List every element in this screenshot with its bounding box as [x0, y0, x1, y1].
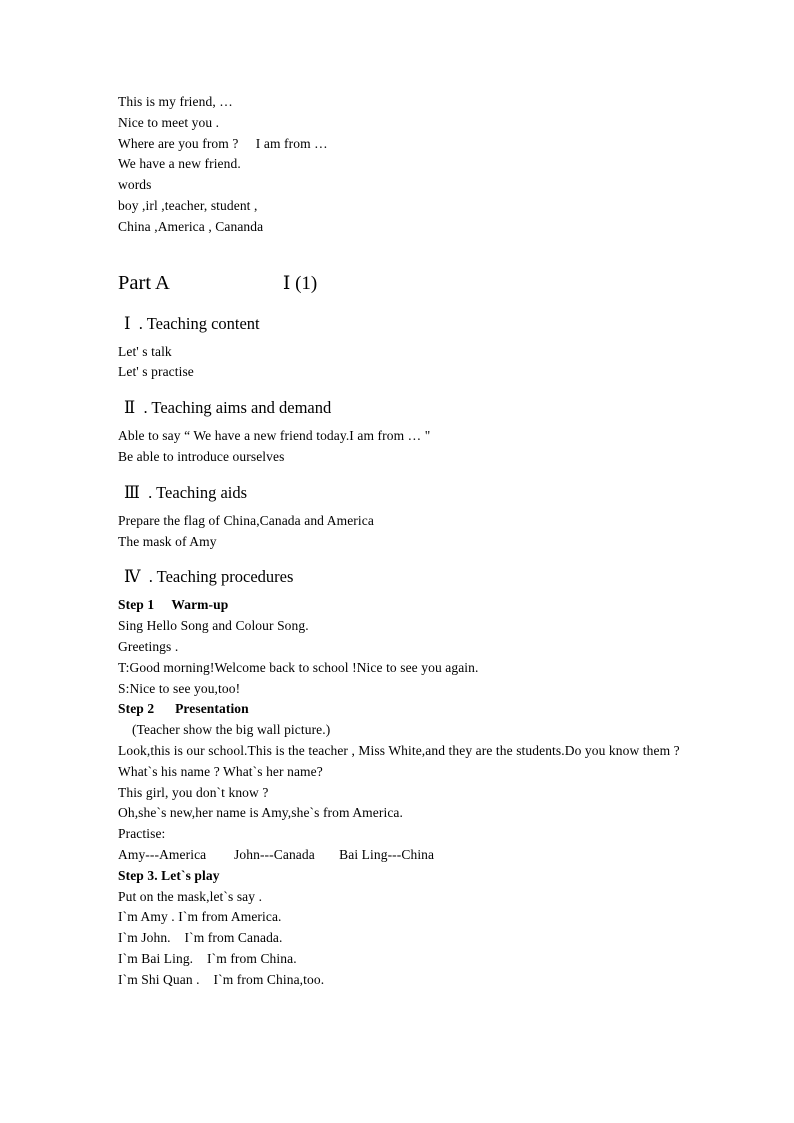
intro-line: We have a new friend.	[118, 156, 241, 172]
step-line: I`m Amy . I`m from America.	[118, 909, 282, 925]
section-body-1: Let' s talk Let' s practise	[118, 342, 718, 384]
step-line: Oh,she`s new,her name is Amy,she`s from …	[118, 805, 403, 821]
section-line: Let' s talk	[118, 343, 172, 359]
step-line: Sing Hello Song and Colour Song.	[118, 618, 309, 634]
section-heading-1: Ⅰ . Teaching content	[124, 313, 260, 333]
document-page: This is my friend, … Nice to meet you . …	[0, 0, 794, 1123]
intro-line: Where are you from ? I am from …	[118, 135, 328, 151]
intro-line: words	[118, 177, 152, 193]
page-title: Part A	[118, 271, 170, 294]
intro-line: boy ,irl ,teacher, student ,	[118, 197, 258, 213]
section-heading-2: Ⅱ . Teaching aims and demand	[124, 398, 332, 418]
intro-block: This is my friend, … Nice to meet you . …	[118, 92, 718, 238]
step-line: S:Nice to see you,too!	[118, 680, 241, 696]
intro-line: This is my friend, …	[118, 94, 233, 109]
document-body: This is my friend, … Nice to meet you . …	[118, 92, 718, 991]
section-line: Let' s practise	[118, 364, 194, 380]
step-line: I`m John. I`m from Canada.	[118, 930, 283, 946]
section-line: The mask of Amy	[118, 533, 217, 549]
step-2-paragraph: Look,this is our school.This is the teac…	[118, 742, 680, 779]
step-line: Greetings .	[118, 638, 179, 654]
section-heading-3: Ⅲ . Teaching aids	[124, 482, 248, 502]
step-line: T:Good morning!Welcome back to school !N…	[118, 659, 479, 675]
intro-line: Nice to meet you .	[118, 114, 220, 130]
section-body-3: Prepare the flag of China,Canada and Ame…	[118, 511, 718, 553]
step-line: Practise:	[118, 826, 166, 842]
practise-pairs-line: Amy---America John---Canada Bai Ling---C…	[118, 846, 435, 862]
step-line: This girl, you don`t know ?	[118, 784, 269, 800]
step-line: Put on the mask,let`s say .	[118, 888, 263, 904]
step-1-label: Step 1 Warm-up	[118, 597, 229, 613]
section-heading-4: Ⅳ . Teaching procedures	[124, 567, 294, 587]
step-2-note: (Teacher show the big wall picture.)	[132, 722, 331, 738]
step-2-label: Step 2 Presentation	[118, 701, 249, 717]
section-line: Be able to introduce ourselves	[118, 448, 285, 464]
step-2-block: Step 2 Presentation (Teacher show the bi…	[118, 699, 718, 865]
intro-line: China ,America , Cananda	[118, 218, 264, 234]
step-3-label: Step 3. Let`s play	[118, 867, 220, 883]
section-line: Able to say “ We have a new friend today…	[118, 428, 431, 444]
section-line: Prepare the flag of China,Canada and Ame…	[118, 512, 374, 528]
step-3-block: Step 3. Let`s play Put on the mask,let`s…	[118, 866, 718, 991]
step-line: I`m Bai Ling. I`m from China.	[118, 950, 297, 966]
section-body-2: Able to say “ We have a new friend today…	[118, 426, 718, 468]
step-line: I`m Shi Quan . I`m from China,too.	[118, 971, 325, 987]
part-heading-row: Part A Ⅰ (1)	[118, 268, 718, 299]
step-1-block: Step 1 Warm-up Sing Hello Song and Colou…	[118, 595, 718, 699]
part-heading-label: Ⅰ (1)	[282, 272, 318, 294]
